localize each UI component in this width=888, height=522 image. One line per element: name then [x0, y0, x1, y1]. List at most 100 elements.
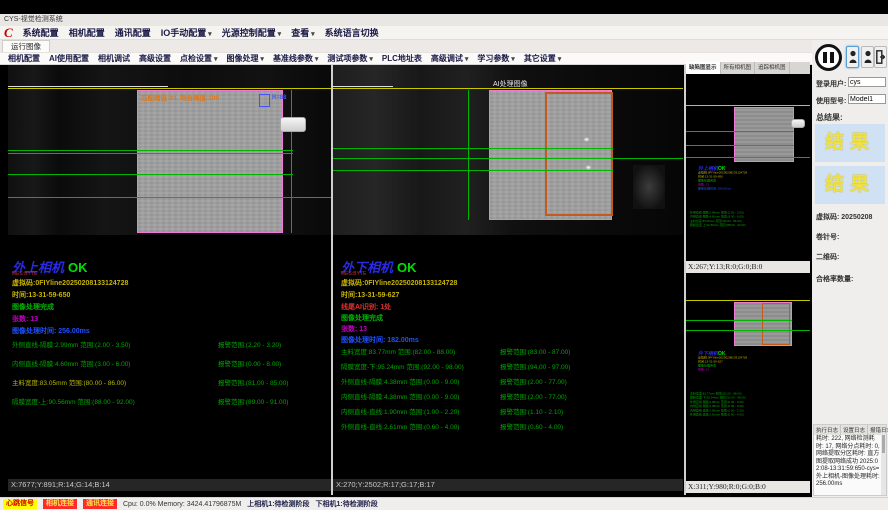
menu-language-switch[interactable]: 系统语言切换	[325, 26, 379, 39]
measure-label: 内侧直线-隔膜:4.60mm 范围:(3.00 - 6.00)	[12, 358, 130, 368]
mini-measure-rows: 外侧直线-隔膜:2.99mm 范围:(2.00 - 3.50) 内侧直线-隔膜:…	[690, 211, 810, 228]
measure-alarm: 报警范围:(2.00 - 77.00)	[500, 391, 567, 401]
tab-all-cameras[interactable]: 所有相机图	[721, 62, 756, 74]
camera-status-ok: OK	[397, 260, 417, 275]
done-line: 图像处理完成	[12, 302, 54, 312]
window-title: CYS-视觉检测系统	[0, 14, 888, 26]
bottom-strip	[0, 510, 888, 522]
measure-label: 隔膜宽度-上:90.56mm 范围:(88.00 - 92.00)	[12, 396, 135, 406]
log-tab-exec[interactable]: 执行日志	[814, 425, 841, 435]
measure-alarm: 报警范围:(2.20 - 3.20)	[218, 339, 281, 349]
tool-camera-config[interactable]: 相机配置	[8, 53, 40, 64]
exit-button[interactable]	[874, 46, 887, 68]
mes-line: MES:BYTE	[12, 271, 37, 277]
measure-line-green	[333, 158, 683, 159]
measure-label: 外侧直线-直线:2.61mm 范围:(0.60 - 4.00)	[341, 421, 459, 431]
tool-spot-check[interactable]: 点检设置	[180, 53, 217, 64]
tab-run-image[interactable]: 运行图像	[2, 40, 50, 52]
ai-detect-rect	[762, 303, 790, 345]
tool-baseline-params[interactable]: 基准线参数	[273, 53, 318, 64]
menu-view[interactable]: 查看	[291, 26, 314, 39]
frame-count-line: 张数: 13	[698, 368, 810, 372]
left-camera-view[interactable]: 匹配阈值:93, 吻合阈值:100 R=88	[8, 65, 331, 235]
measure-line-green	[333, 148, 613, 149]
measure-label: 隔膜宽度-下:95.24mm 范围:(92.00 - 98.00)	[341, 361, 464, 371]
tool-advanced-settings[interactable]: 高级设置	[139, 53, 171, 64]
mini-text-block: 外上相机OK 虚拟码:0FIYline20250208133124728 时间:…	[698, 167, 810, 191]
left-camera-panel: 匹配阈值:93, 吻合阈值:100 R=88 外上相机OK MES:BYTE 虚…	[8, 65, 331, 497]
lower-camera-status: 下相机1:待检测阶段	[316, 499, 378, 509]
measure-alarm: 报警范围:(94.00 - 97.00)	[500, 361, 570, 371]
highlight-spot	[583, 137, 590, 142]
mini-panel-top[interactable]: 外上相机OK 虚拟码:0FIYline20250208133124728 时间:…	[686, 75, 810, 261]
measure-line-green	[333, 170, 613, 171]
tab-defect-view[interactable]: 缺陷图显示	[686, 62, 721, 74]
middle-camera-panel: AI处理图像 外下相机OK MES:BYTE 虚拟码:0FIYline20250…	[333, 65, 683, 497]
connector-blob	[791, 119, 805, 128]
operator-button[interactable]	[861, 46, 874, 68]
machine-part	[633, 165, 665, 209]
log-panel: 执行日志 设置日志 报错日志 耗时: 222, 网络检测耗时: 17, 网络分点…	[813, 424, 887, 496]
cpu-memory-text: Cpu: 0.0% Memory: 3424.41796875M	[123, 501, 241, 508]
measure-alarm: 报警范围:(89.00 - 91.00)	[218, 396, 288, 406]
measure-row: 主料宽度:83.05mm 范围:(80.00 - 86.00) 报警范围:(81…	[8, 377, 331, 387]
login-user-input[interactable]	[848, 77, 886, 87]
log-tab-settings[interactable]: 设置日志	[841, 425, 868, 435]
left-coord-bar: X:7677;Y:891;R:14;G:14;B:14	[8, 479, 331, 491]
tool-learning-params[interactable]: 学习参数	[477, 53, 514, 64]
pause-button[interactable]	[815, 44, 842, 71]
log-scrollbar-thumb[interactable]	[882, 435, 885, 453]
ai-image-label: AI处理图像	[493, 79, 528, 89]
tool-test-params[interactable]: 测试项参数	[327, 53, 372, 64]
tab-track-camera[interactable]: 追踪相机图	[755, 62, 790, 74]
login-user-label: 登录用户:	[816, 79, 846, 89]
heartbeat-badge: 心跳信号	[3, 499, 37, 509]
ai-result-line: 线尾AI识别: 1处	[341, 302, 391, 312]
measure-row: 内侧直线-直线:1.90mm 范围:(1.00 - 2.20) 报警范围:(1.…	[333, 406, 683, 416]
user-button[interactable]	[846, 46, 859, 68]
log-text: 耗时: 222, 网络检测耗时: 17, 网络分点耗时: 0, 网络提取分区耗时…	[814, 435, 882, 490]
tool-camera-debug[interactable]: 相机调试	[98, 53, 130, 64]
baseline-yellow	[8, 88, 331, 89]
menu-camera-config[interactable]: 相机配置	[69, 26, 105, 39]
main-area: 匹配阈值:93, 吻合阈值:100 R=88 外上相机OK MES:BYTE 虚…	[0, 65, 888, 497]
tool-image-processing[interactable]: 图像处理	[226, 53, 263, 64]
tool-advanced-debug[interactable]: 高级调试	[431, 53, 468, 64]
mes-line: MES:BYTE	[341, 271, 366, 277]
camera-link-badge: 相机连接	[43, 499, 77, 509]
menu-light-control-config[interactable]: 光源控制配置	[222, 26, 281, 39]
tool-other-settings[interactable]: 其它设置	[524, 53, 561, 64]
comm-link-badge: 通讯连接	[83, 499, 117, 509]
measure-row: 外侧直线-直线:2.61mm 范围:(0.60 - 4.00) 报警范围:(0.…	[333, 421, 683, 431]
result-box-1: 结果	[815, 124, 885, 162]
menu-comm-config[interactable]: 通讯配置	[115, 26, 151, 39]
model-input[interactable]	[848, 94, 886, 104]
tool-plc-address[interactable]: PLC地址表	[382, 53, 422, 64]
measure-line-green	[8, 153, 293, 154]
menu-io-manual-config[interactable]: IO手动配置	[161, 26, 212, 39]
proc-time-line: 图像处理时间: 256.00ms	[12, 326, 90, 336]
menu-system-config[interactable]: 系统配置	[23, 26, 59, 39]
measure-row: 外侧直线-隔膜:4.38mm 范围:(0.00 - 9.00) 报警范围:(2.…	[333, 376, 683, 386]
measure-line-green	[686, 131, 794, 132]
middle-camera-view[interactable]: AI处理图像	[333, 65, 683, 235]
baseline-yellow	[686, 300, 810, 301]
baseline-yellow	[686, 105, 810, 106]
camera-status-ok: OK	[68, 260, 88, 275]
measure-label: 主料宽度:83.77mm 范围:(82.00 - 88.00)	[341, 346, 455, 356]
mini-measure-rows: 主料宽度:83.77mm 范围:(82.00 - 88.00) 隔膜宽度-下:9…	[690, 392, 810, 417]
threshold-overlay-text: 匹配阈值:93, 吻合阈值:100	[141, 92, 219, 102]
barcode-line: 虚拟码:0FIYline20250208133124728	[341, 278, 457, 288]
model-label: 使用型号:	[816, 96, 846, 106]
tab-strip: 运行图像	[0, 40, 888, 52]
edge-line	[8, 86, 168, 87]
measure-label: 内侧直线-隔膜:4.38mm 范围:(0.00 - 9.00)	[341, 391, 459, 401]
mini-coord-bar-top: X:267;Y:13;R:0;G:0;B:0	[686, 261, 810, 273]
measure-row: 内侧直线-隔膜:4.38mm 范围:(0.00 - 9.00) 报警范围:(2.…	[333, 391, 683, 401]
status-bar: 心跳信号 相机连接 通讯连接 Cpu: 0.0% Memory: 3424.41…	[0, 497, 888, 510]
log-scrollbar[interactable]	[881, 433, 886, 495]
yield-count-label: 合格率数量:	[816, 274, 853, 284]
middle-coord-bar: X:270;Y:2502;R:17;G:17;B:17	[333, 479, 683, 491]
tool-ai-use-config[interactable]: AI使用配置	[49, 53, 89, 64]
measure-row: 内侧直线-隔膜:4.60mm 范围:(3.00 - 6.00) 报警范围:(0.…	[8, 358, 331, 368]
